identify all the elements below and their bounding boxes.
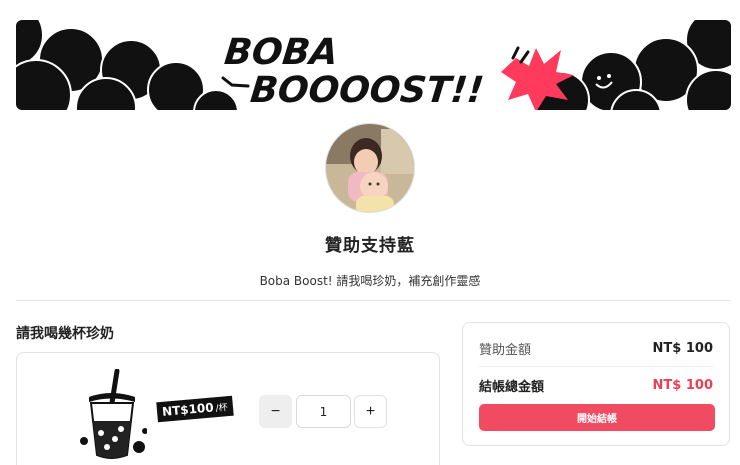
checkout-total-label: 結帳總金額 [479, 380, 545, 395]
sponsor-amount-row: 贊助金額 NT$ 100 [479, 339, 713, 358]
avatar-photo [326, 124, 414, 212]
sponsor-amount-value: NT$ 100 [652, 341, 713, 356]
page-subtitle: Boba Boost! 請我喝珍奶，補充創作靈感 [259, 274, 481, 288]
decrease-quantity-button[interactable]: − [259, 395, 292, 428]
checkout-total-value: NT$ 100 [652, 378, 713, 393]
page-title: 贊助支持藍 [325, 236, 415, 256]
divider [16, 300, 731, 301]
price-tag: NT$100/杯 [156, 395, 234, 423]
banner-title-line2: BOOOOST!! [248, 69, 485, 110]
banner: BOBA BOOOOST!! [16, 20, 731, 110]
order-summary: 贊助金額 NT$ 100 結帳總金額 NT$ 100 開始結帳 [462, 322, 730, 446]
price-unit: /杯 [215, 403, 229, 415]
summary-divider [479, 366, 713, 367]
profile-section: 贊助支持藍 Boba Boost! 請我喝珍奶，補充創作靈感 [0, 123, 740, 289]
price-value: NT$100 [161, 400, 215, 419]
boba-banner-illustration: BOBA BOOOOST!! [16, 20, 731, 110]
banner-title-line1: BOBA [222, 31, 340, 73]
product-card: NT$100/杯 − + [16, 352, 440, 465]
sponsor-amount-label: 贊助金額 [479, 343, 532, 358]
increase-quantity-button[interactable]: + [354, 395, 387, 428]
checkout-button[interactable]: 開始結帳 [479, 404, 715, 431]
checkout-total-row: 結帳總金額 NT$ 100 [479, 376, 713, 395]
section-heading: 請我喝幾杯珍奶 [16, 326, 114, 342]
avatar[interactable] [325, 123, 415, 213]
quantity-input[interactable] [296, 395, 351, 428]
boba-cup-icon [80, 369, 147, 459]
